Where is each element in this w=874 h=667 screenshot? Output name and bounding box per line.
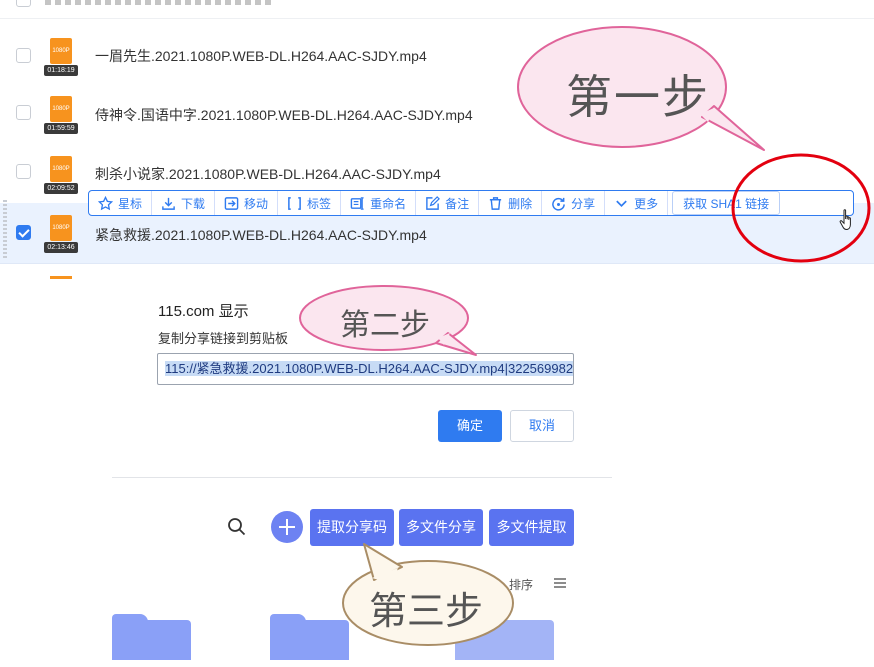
share-icon [552, 197, 565, 211]
step3-label: 第三步 [369, 589, 484, 633]
video-file-icon: 1080P [50, 156, 72, 182]
share-button[interactable]: 分享 [542, 191, 606, 215]
chevron-down-icon [616, 200, 627, 207]
duration-badge: 01:59:59 [44, 123, 78, 134]
menu-icon[interactable] [553, 577, 567, 589]
duration-badge: 02:13:46 [44, 242, 78, 253]
tag-icon [288, 196, 301, 210]
video-thumbnail: 1080P 01:59:59 [44, 96, 78, 136]
trash-icon [489, 196, 502, 210]
section-divider [112, 477, 612, 478]
add-button[interactable] [271, 511, 303, 543]
drag-handle-icon[interactable] [3, 200, 7, 260]
red-circle-annotation [731, 153, 871, 263]
move-label: 移动 [244, 196, 269, 211]
rename-button[interactable]: 重命名 [341, 191, 417, 215]
video-file-icon: 1080P [50, 96, 72, 122]
star-button[interactable]: 星标 [89, 191, 153, 215]
delete-button[interactable]: 删除 [479, 191, 543, 215]
more-button[interactable]: 更多 [605, 191, 669, 215]
file-name[interactable]: 侍神令.国语中字.2021.1080P.WEB-DL.H264.AAC-SJDY… [95, 105, 473, 125]
share-label: 分享 [571, 196, 596, 211]
header-fragment [45, 0, 275, 5]
download-label: 下载 [181, 196, 206, 211]
dialog-title: 115.com 显示 [158, 303, 249, 320]
folder-icon[interactable] [112, 614, 191, 660]
rename-label: 重命名 [370, 196, 407, 211]
duration-badge: 01:18:19 [44, 65, 78, 76]
move-button[interactable]: 移动 [215, 191, 279, 215]
tag-label: 标签 [307, 196, 332, 211]
video-thumbnail: 1080P 02:13:46 [44, 215, 78, 255]
video-file-icon: 1080P [50, 215, 72, 241]
confirm-button[interactable]: 确定 [438, 410, 502, 442]
select-all-checkbox[interactable] [16, 0, 31, 7]
move-icon [224, 196, 239, 210]
file-name[interactable]: 紧急救援.2021.1080P.WEB-DL.H264.AAC-SJDY.mp4 [95, 225, 427, 245]
download-button[interactable]: 下载 [152, 191, 216, 215]
file-name[interactable]: 刺杀小说家.2021.1080P.WEB-DL.H264.AAC-SJDY.mp… [95, 164, 441, 184]
video-thumbnail: 1080P 01:18:19 [44, 38, 78, 78]
row-checkbox[interactable] [16, 164, 31, 179]
folder-tab [112, 614, 148, 624]
cancel-button[interactable]: 取消 [510, 410, 574, 442]
video-file-icon: 1080P [50, 38, 72, 64]
note-label: 备注 [445, 196, 470, 211]
note-icon [426, 195, 441, 210]
share-link-text: 115://紧急救援.2021.1080P.WEB-DL.H264.AAC-SJ… [165, 361, 573, 376]
next-row-thumbnail [50, 276, 72, 279]
plus-icon [279, 519, 295, 535]
note-button[interactable]: 备注 [416, 191, 480, 215]
folder-tab [270, 614, 306, 624]
duration-badge: 02:09:52 [44, 183, 78, 194]
delete-label: 删除 [508, 196, 533, 211]
step2-label: 第二步 [340, 308, 430, 343]
step1-label: 第一步 [566, 70, 710, 124]
tag-button[interactable]: 标签 [278, 191, 342, 215]
search-icon[interactable] [227, 517, 247, 537]
more-label: 更多 [634, 196, 659, 211]
dialog-message: 复制分享链接到剪贴板 [158, 331, 289, 346]
star-icon [98, 195, 113, 210]
row-checkbox[interactable] [16, 48, 31, 63]
download-icon [162, 197, 175, 210]
rename-icon [350, 196, 364, 210]
file-name[interactable]: 一眉先生.2021.1080P.WEB-DL.H264.AAC-SJDY.mp4 [95, 46, 427, 66]
video-thumbnail: 1080P 02:09:52 [44, 156, 78, 196]
row-checkbox-checked[interactable] [16, 225, 31, 240]
star-label: 星标 [118, 196, 143, 211]
row-checkbox[interactable] [16, 105, 31, 120]
header-partial [0, 0, 874, 19]
